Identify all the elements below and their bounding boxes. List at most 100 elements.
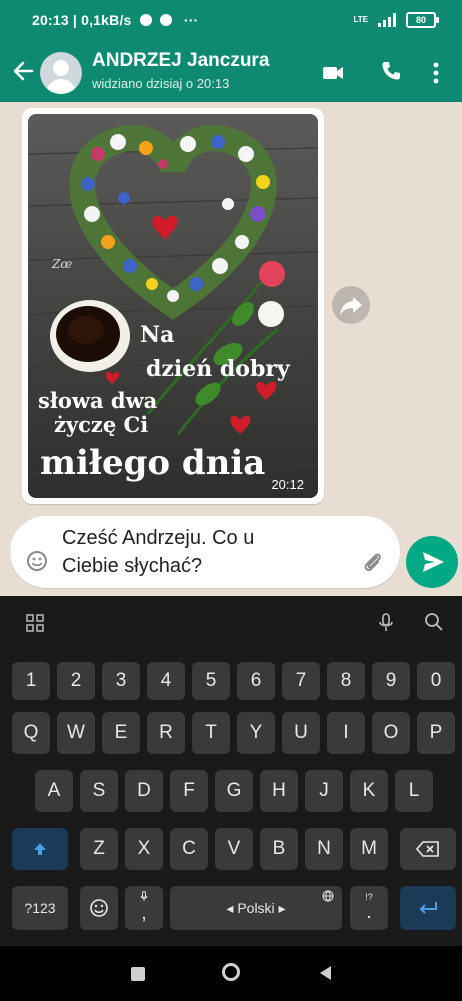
key-9[interactable]: 9 <box>372 662 410 700</box>
keyboard-toolbar <box>0 596 462 646</box>
chat-header: ANDRZEJ Janczura widziano dzisiaj o 20:1… <box>0 42 462 102</box>
message-time: 20:12 <box>271 477 304 492</box>
key-b[interactable]: B <box>260 828 298 870</box>
enter-icon <box>419 902 437 914</box>
greeting-line-1: Na <box>140 322 174 348</box>
enter-key[interactable] <box>400 886 456 930</box>
message-input[interactable]: Cześć Andrzeju. Co u Ciebie słychać? <box>62 524 342 580</box>
last-seen: widziano dzisiaj o 20:13 <box>92 76 230 91</box>
home-button[interactable] <box>222 963 240 981</box>
facebook-icon <box>139 14 152 26</box>
greeting-line-4: życzę Ci <box>54 412 148 437</box>
period-key[interactable]: !? . <box>350 886 388 930</box>
key-8[interactable]: 8 <box>327 662 365 700</box>
key-4[interactable]: 4 <box>147 662 185 700</box>
key-3[interactable]: 3 <box>102 662 140 700</box>
symbols-key[interactable]: ?123 <box>12 886 68 930</box>
key-y[interactable]: Y <box>237 712 275 754</box>
video-call-icon[interactable] <box>322 62 344 84</box>
key-u[interactable]: U <box>282 712 320 754</box>
network-label: LTE <box>353 15 368 24</box>
navigation-bar <box>0 946 462 1001</box>
shift-icon <box>34 843 46 855</box>
signal-icon <box>378 13 396 27</box>
status-more: ··· <box>183 12 199 28</box>
paperclip-icon[interactable] <box>360 550 384 574</box>
key-t[interactable]: T <box>192 712 230 754</box>
emoji-key[interactable] <box>80 886 118 930</box>
battery-level: 80 <box>415 15 426 25</box>
backspace-key[interactable] <box>400 828 456 870</box>
greeting-line-2: dzień dobry <box>146 356 291 382</box>
keyboard: 1 2 3 4 5 6 7 8 9 0 Q W E R T Y U I O P … <box>0 596 462 946</box>
image-message[interactable]: Na dzień dobry słowa dwa życzę Ci miłego… <box>22 108 324 504</box>
key-c[interactable]: C <box>170 828 208 870</box>
key-w[interactable]: W <box>57 712 95 754</box>
key-x[interactable]: X <box>125 828 163 870</box>
space-key[interactable]: ◂ Polski ▸ <box>170 886 342 930</box>
key-m[interactable]: M <box>350 828 388 870</box>
mic-icon[interactable] <box>376 612 396 634</box>
key-i[interactable]: I <box>327 712 365 754</box>
globe-icon <box>322 890 334 902</box>
comma-label: , <box>141 903 147 924</box>
message-composer[interactable]: Cześć Andrzeju. Co u Ciebie słychać? <box>10 516 400 588</box>
key-k[interactable]: K <box>350 770 388 812</box>
key-p[interactable]: P <box>417 712 455 754</box>
key-l[interactable]: L <box>395 770 433 812</box>
key-a[interactable]: A <box>35 770 73 812</box>
status-icons: LTE 80 <box>353 12 439 28</box>
key-7[interactable]: 7 <box>282 662 320 700</box>
comma-key[interactable]: , <box>125 886 163 930</box>
back-nav-icon[interactable] <box>318 965 332 981</box>
key-2[interactable]: 2 <box>57 662 95 700</box>
status-bar: 20:13 | 0,1kB/s ··· LTE 80 <box>0 0 462 42</box>
key-e[interactable]: E <box>102 712 140 754</box>
key-1[interactable]: 1 <box>12 662 50 700</box>
status-time-speed: 20:13 | 0,1kB/s ··· <box>32 12 198 28</box>
key-s[interactable]: S <box>80 770 118 812</box>
emoji-icon[interactable] <box>26 550 48 572</box>
avatar[interactable] <box>40 52 82 94</box>
forward-icon <box>340 297 362 315</box>
key-r[interactable]: R <box>147 712 185 754</box>
greeting-line-5: miłego dnia <box>40 443 265 483</box>
mic-icon <box>140 891 148 901</box>
send-button[interactable] <box>406 536 458 588</box>
key-0[interactable]: 0 <box>417 662 455 700</box>
period-hint: !? <box>365 892 373 902</box>
key-o[interactable]: O <box>372 712 410 754</box>
phone-icon[interactable] <box>380 60 402 82</box>
key-z[interactable]: Z <box>80 828 118 870</box>
emoji-icon <box>90 899 108 917</box>
greeting-card-image: Na dzień dobry słowa dwa życzę Ci miłego… <box>28 114 318 498</box>
shift-key[interactable] <box>12 828 68 870</box>
apps-grid-icon[interactable] <box>26 614 44 632</box>
more-vert-icon[interactable] <box>430 60 442 86</box>
key-q[interactable]: Q <box>12 712 50 754</box>
arrow-left-icon <box>13 61 34 81</box>
contact-name[interactable]: ANDRZEJ Janczura <box>92 50 269 72</box>
key-n[interactable]: N <box>305 828 343 870</box>
search-icon[interactable] <box>424 612 444 632</box>
send-icon <box>423 552 444 572</box>
key-6[interactable]: 6 <box>237 662 275 700</box>
card-signature: Zœ <box>51 257 72 271</box>
status-time: 20:13 | 0,1kB/s <box>32 12 132 28</box>
battery-icon: 80 <box>406 12 439 28</box>
key-v[interactable]: V <box>215 828 253 870</box>
period-label: . <box>366 902 372 923</box>
key-g[interactable]: G <box>215 770 253 812</box>
key-j[interactable]: J <box>305 770 343 812</box>
space-label: ◂ Polski ▸ <box>226 899 286 916</box>
messenger-icon <box>159 14 172 26</box>
key-h[interactable]: H <box>260 770 298 812</box>
backspace-icon <box>416 841 439 857</box>
recents-button[interactable] <box>131 967 145 981</box>
message-image[interactable]: Na dzień dobry słowa dwa życzę Ci miłego… <box>28 114 318 498</box>
back-button[interactable] <box>10 56 36 86</box>
key-d[interactable]: D <box>125 770 163 812</box>
key-f[interactable]: F <box>170 770 208 812</box>
forward-button[interactable] <box>332 286 370 324</box>
key-5[interactable]: 5 <box>192 662 230 700</box>
